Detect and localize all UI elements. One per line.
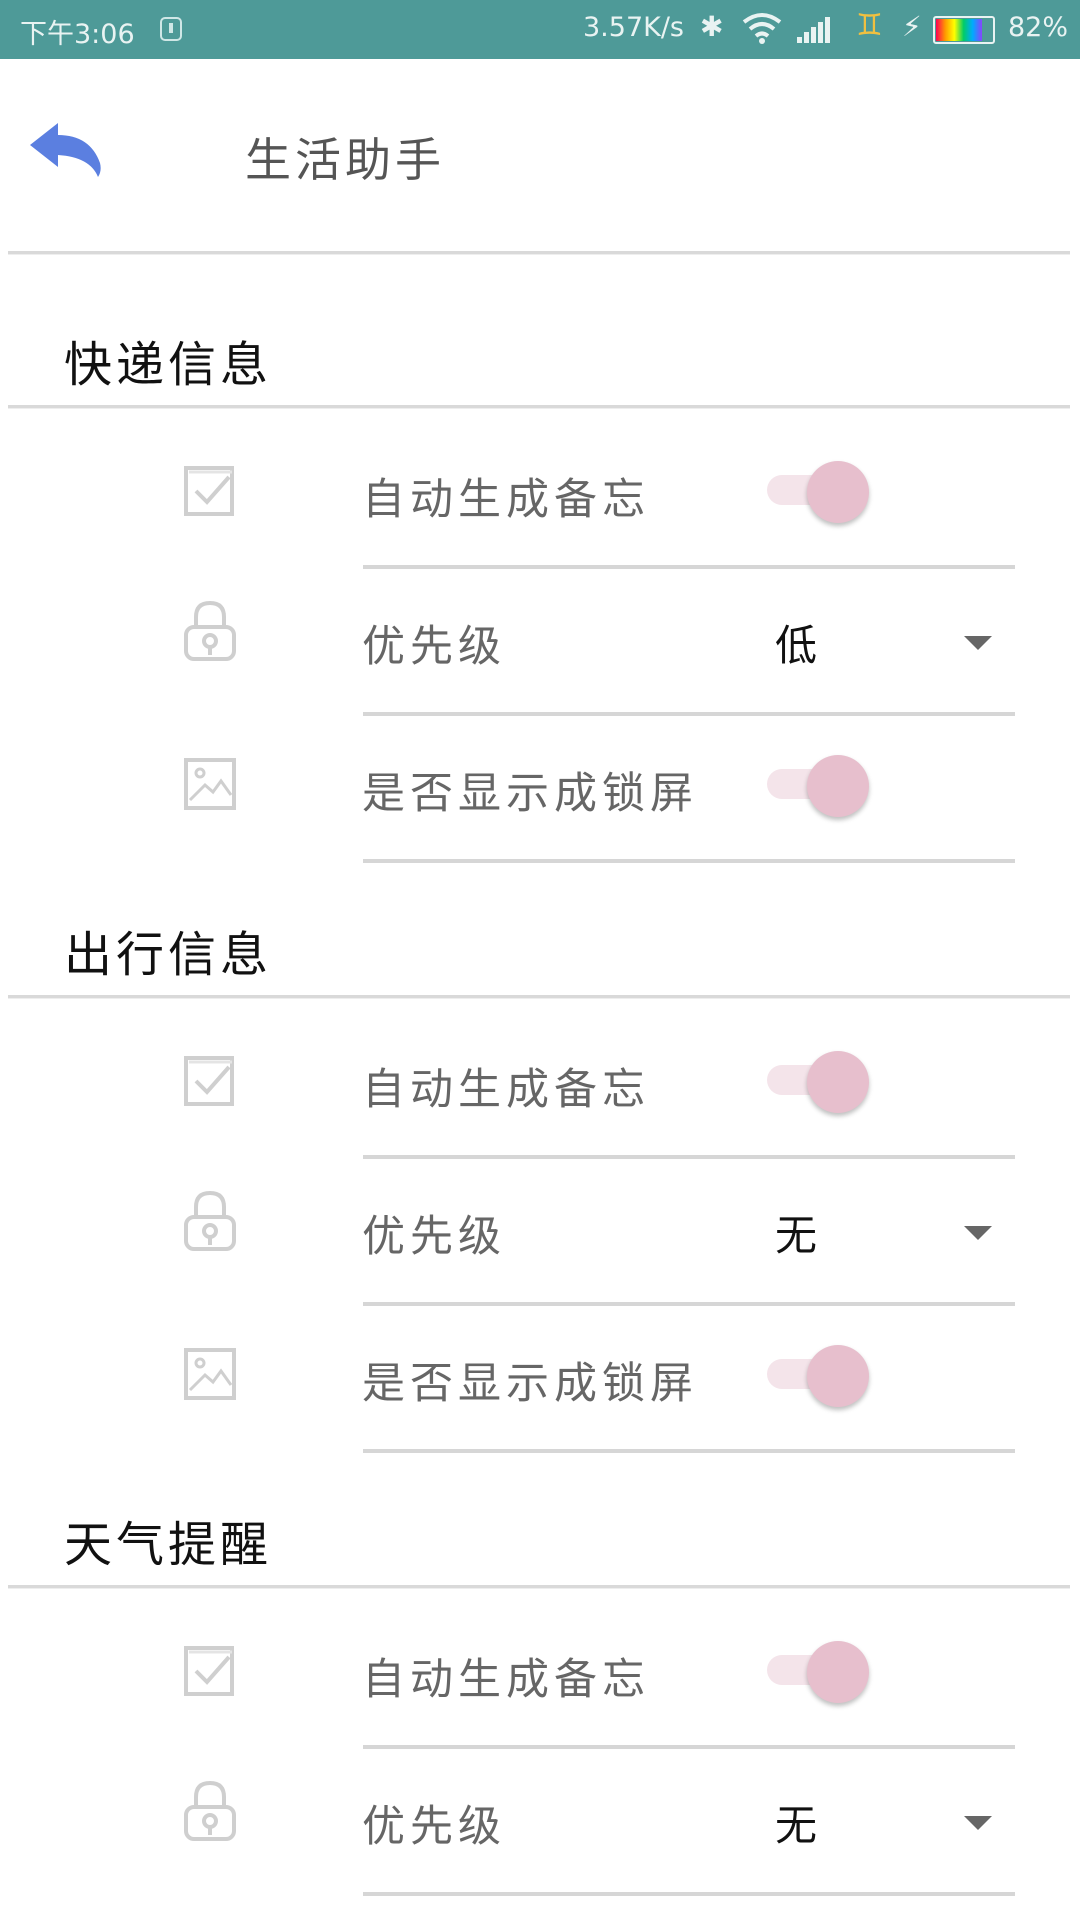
checkbox-icon — [183, 1053, 237, 1107]
charging-icon: ⚡ — [902, 10, 922, 43]
network-speed: 3.57K/s — [583, 12, 684, 43]
toggle-switch[interactable] — [767, 1045, 871, 1113]
row-underline — [363, 1892, 1015, 1896]
section-divider — [8, 995, 1070, 999]
section-divider — [8, 405, 1070, 409]
row-label: 是否显示成锁屏 — [362, 1359, 698, 1409]
lock-icon — [183, 1780, 237, 1841]
status-bar: 下午3:06 3.57K/s ✱ ♊ ⚡ 82% — [0, 0, 1080, 59]
row-label: 自动生成备忘 — [362, 1065, 650, 1115]
row-underline — [363, 1155, 1015, 1159]
row-underline — [363, 1302, 1015, 1306]
lock-icon — [183, 1190, 237, 1251]
section-title: 快递信息 — [64, 337, 273, 393]
section-title: 出行信息 — [64, 927, 273, 983]
section-divider — [8, 1585, 1070, 1589]
signal-icon — [797, 15, 837, 43]
dropdown-arrow-icon[interactable] — [964, 636, 992, 650]
settings-row[interactable]: 优先级 无 — [0, 1760, 1080, 1906]
image-icon — [183, 757, 237, 811]
row-underline — [363, 1449, 1015, 1453]
row-underline — [363, 565, 1015, 569]
header-divider — [8, 251, 1070, 255]
dropdown-arrow-icon[interactable] — [964, 1226, 992, 1240]
dropdown-arrow-icon[interactable] — [964, 1816, 992, 1830]
toggle-switch[interactable] — [767, 1635, 871, 1703]
checkbox-icon — [183, 463, 237, 517]
row-underline — [363, 712, 1015, 716]
settings-row[interactable]: 优先级 无 — [0, 1170, 1080, 1316]
priority-select-value[interactable]: 无 — [775, 1202, 817, 1263]
page-title: 生活助手 — [245, 133, 445, 187]
settings-row[interactable]: 是否显示成锁屏 — [0, 1317, 1080, 1463]
row-label: 自动生成备忘 — [362, 1655, 650, 1705]
row-label: 是否显示成锁屏 — [362, 769, 698, 819]
bluetooth-icon: ✱ — [700, 10, 724, 43]
usb-icon — [160, 17, 182, 41]
row-underline — [363, 1745, 1015, 1749]
section-title: 天气提醒 — [64, 1517, 273, 1573]
wifi-icon — [742, 13, 782, 44]
app-header: 生活助手 — [0, 59, 1080, 254]
battery-percent: 82% — [1008, 12, 1069, 43]
toggle-switch[interactable] — [767, 749, 871, 817]
toggle-switch[interactable] — [767, 455, 871, 523]
settings-row[interactable]: 自动生成备忘 — [0, 433, 1080, 579]
checkbox-icon — [183, 1643, 237, 1697]
settings-row[interactable]: 自动生成备忘 — [0, 1023, 1080, 1169]
settings-row[interactable]: 自动生成备忘 — [0, 1613, 1080, 1759]
row-label: 优先级 — [362, 622, 506, 672]
settings-row[interactable]: 优先级 低 — [0, 580, 1080, 726]
lock-icon — [183, 600, 237, 661]
row-underline — [363, 859, 1015, 863]
row-label: 优先级 — [362, 1802, 506, 1852]
priority-select-value[interactable]: 无 — [775, 1792, 817, 1853]
image-icon — [183, 1347, 237, 1401]
back-arrow-icon[interactable] — [28, 119, 108, 183]
gemini-icon: ♊ — [856, 8, 883, 43]
priority-select-value[interactable]: 低 — [775, 612, 817, 673]
battery-icon — [933, 16, 995, 44]
status-time: 下午3:06 — [20, 19, 135, 50]
row-label: 优先级 — [362, 1212, 506, 1262]
toggle-switch[interactable] — [767, 1339, 871, 1407]
row-label: 自动生成备忘 — [362, 475, 650, 525]
settings-row[interactable]: 是否显示成锁屏 — [0, 727, 1080, 873]
